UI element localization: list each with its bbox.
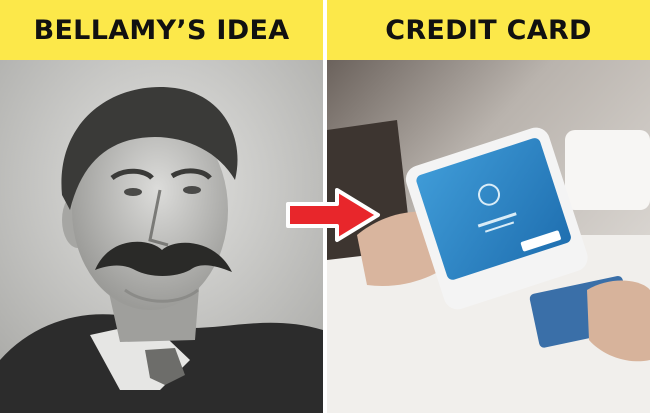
left-title: BELLAMY’S IDEA (33, 14, 290, 46)
right-title-banner: CREDIT CARD (327, 0, 650, 60)
comparison-image: BELLAMY’S IDEA CREDIT CARD (0, 0, 650, 413)
right-arrow-icon (286, 188, 380, 242)
left-panel: BELLAMY’S IDEA (0, 0, 323, 413)
portrait-photo (0, 60, 323, 413)
left-title-banner: BELLAMY’S IDEA (0, 0, 323, 60)
right-title: CREDIT CARD (385, 14, 592, 46)
